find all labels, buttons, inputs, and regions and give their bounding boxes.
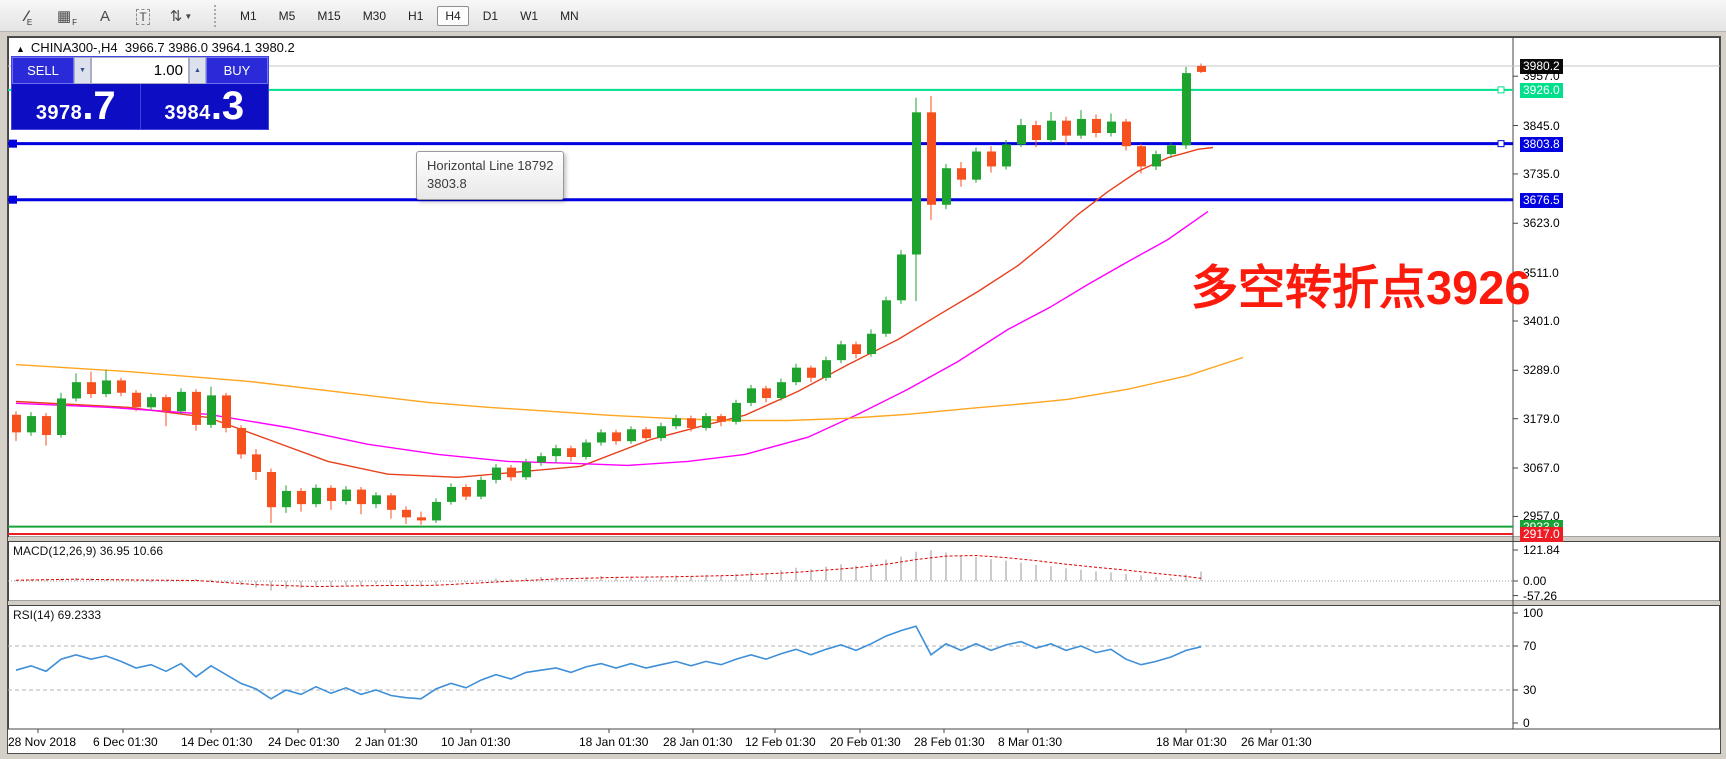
price-axis-label-3623.0: 3623.0 [1520, 216, 1563, 231]
date-label: 28 Nov 2018 [8, 735, 76, 749]
date-label: 24 Dec 01:30 [268, 735, 339, 749]
fibonacci-tool-icon[interactable]: ▦F [48, 3, 86, 29]
text-tool-icon-glyph: A [100, 6, 110, 28]
tooltip-line2: 3803.8 [427, 175, 553, 193]
chart-canvas[interactable] [8, 37, 1720, 753]
timeframe-button-m30[interactable]: M30 [355, 6, 394, 26]
rsi-line [16, 626, 1201, 699]
arrows-tool-icon-glyph: ⇅ [170, 6, 183, 28]
fibonacci-tool-icon-sub: F [72, 18, 77, 28]
price-axis-label-3803.8: 3803.8 [1520, 137, 1563, 152]
text-tool-icon[interactable]: A [86, 3, 124, 29]
timeframe-button-m1[interactable]: M1 [232, 6, 265, 26]
timeframe-button-h4[interactable]: H4 [437, 6, 468, 26]
one-click-trade-panel: SELL ▼ 1.00 ▲ BUY 3978.7 3984.3 [11, 56, 269, 130]
macd-scale-label-0.00: 0.00 [1520, 574, 1549, 589]
rsi-indicator-label: RSI(14) 69.2333 [13, 608, 101, 622]
buy-price[interactable]: 3984.3 [140, 84, 269, 129]
price-axis-label-3845.0: 3845.0 [1520, 119, 1563, 134]
line-handle[interactable] [1498, 87, 1504, 93]
line-handle[interactable] [1498, 141, 1504, 147]
rsi-scale-label-100: 100 [1520, 606, 1546, 621]
date-label: 8 Mar 01:30 [998, 735, 1062, 749]
date-label: 10 Jan 01:30 [441, 735, 510, 749]
line-left-marker[interactable] [9, 196, 17, 204]
timeframe-button-h1[interactable]: H1 [400, 6, 431, 26]
sell-button[interactable]: SELL [12, 57, 74, 84]
chart-title: ▲ CHINA300-,H4 3966.7 3986.0 3964.1 3980.… [16, 40, 295, 55]
macd-pane-frame [9, 542, 1720, 602]
price-axis-label-3926.0: 3926.0 [1520, 83, 1563, 98]
date-label: 20 Feb 01:30 [830, 735, 901, 749]
price-axis-label-3067.0: 3067.0 [1520, 461, 1563, 476]
macd-scale-label--57.26: -57.26 [1520, 589, 1560, 604]
chart-symbol-label: CHINA300-,H4 [31, 40, 118, 55]
timeframe-button-m15[interactable]: M15 [309, 6, 348, 26]
horizontal-line-tooltip: Horizontal Line 18792 3803.8 [416, 151, 564, 200]
timeframe-button-w1[interactable]: W1 [512, 6, 546, 26]
volume-increase-button[interactable]: ▲ [189, 57, 206, 84]
textbox-tool-icon[interactable]: T [124, 3, 162, 29]
date-label: 2 Jan 01:30 [355, 735, 418, 749]
rsi-scale-label-70: 70 [1520, 639, 1539, 654]
sell-price-main: 3978 [36, 102, 83, 125]
buy-button[interactable]: BUY [206, 57, 268, 84]
macd-scale-label-121.84: 121.84 [1520, 543, 1563, 558]
dropdown-caret-icon[interactable]: ▼ [184, 6, 192, 28]
pane-splitter[interactable] [8, 537, 1720, 541]
macd-histogram [16, 550, 1201, 590]
toolbar-separator [214, 5, 220, 27]
date-label: 28 Jan 01:30 [663, 735, 732, 749]
rsi-pane-frame [9, 606, 1720, 730]
fibonacci-tool-icon-glyph: ▦ [57, 6, 71, 28]
price-axis-label-3289.0: 3289.0 [1520, 363, 1563, 378]
sell-price-fraction: .7 [82, 86, 115, 126]
timeframe-button-mn[interactable]: MN [552, 6, 587, 26]
price-axis-label-3735.0: 3735.0 [1520, 167, 1563, 182]
macd-indicator-label: MACD(12,26,9) 36.95 10.66 [13, 544, 163, 558]
line-left-marker[interactable] [9, 140, 17, 148]
price-axis-label-3676.5: 3676.5 [1520, 193, 1563, 208]
date-label: 6 Dec 01:30 [93, 735, 158, 749]
channels-tool-icon[interactable]: ∕∕E [10, 3, 48, 29]
timeframe-button-d1[interactable]: D1 [475, 6, 506, 26]
buy-price-main: 3984 [164, 102, 211, 125]
arrows-tool-icon[interactable]: ⇅▼ [162, 3, 200, 29]
rsi-scale-label-0: 0 [1520, 716, 1533, 731]
rsi-scale-label-30: 30 [1520, 683, 1539, 698]
date-label: 18 Mar 01:30 [1156, 735, 1227, 749]
chart-ohlc-label: 3966.7 3986.0 3964.1 3980.2 [125, 40, 295, 55]
date-label: 12 Feb 01:30 [745, 735, 816, 749]
timeframe-button-m5[interactable]: M5 [271, 6, 304, 26]
buy-price-fraction: .3 [211, 86, 244, 126]
collapse-triangle-icon[interactable]: ▲ [16, 44, 25, 54]
date-label: 26 Mar 01:30 [1241, 735, 1312, 749]
price-axis-label-2917.0: 2917.0 [1520, 527, 1563, 542]
channels-tool-icon-sub: E [27, 18, 32, 28]
volume-decrease-button[interactable]: ▼ [74, 57, 91, 84]
chart-text-annotation[interactable]: 多空转折点3926 [1191, 249, 1531, 318]
price-axis-label-3957.0: 3957.0 [1520, 69, 1563, 84]
macd-signal-line [16, 556, 1201, 587]
date-label: 14 Dec 01:30 [181, 735, 252, 749]
ma-mid-magenta [16, 211, 1208, 465]
date-label: 28 Feb 01:30 [914, 735, 985, 749]
textbox-tool-icon-glyph: T [136, 9, 149, 25]
timeframe-buttons-group: M1 M5M15 M30 H1 H4 D1 W1 MN [232, 6, 587, 26]
volume-input[interactable]: 1.00 [91, 57, 189, 84]
pane-splitter[interactable] [8, 601, 1720, 605]
drawing-tools-group: ∕∕E▦FAT⇅▼ [10, 3, 200, 29]
chart-window: ▲ CHINA300-,H4 3966.7 3986.0 3964.1 3980.… [7, 36, 1721, 754]
top-toolbar: ∕∕E▦FAT⇅▼ M1M5M15M30H1H4D1W1MN [0, 0, 1726, 32]
date-label: 18 Jan 01:30 [579, 735, 648, 749]
price-axis-label-3179.0: 3179.0 [1520, 412, 1563, 427]
sell-price[interactable]: 3978.7 [12, 84, 140, 129]
tooltip-line1: Horizontal Line 18792 [427, 157, 553, 175]
